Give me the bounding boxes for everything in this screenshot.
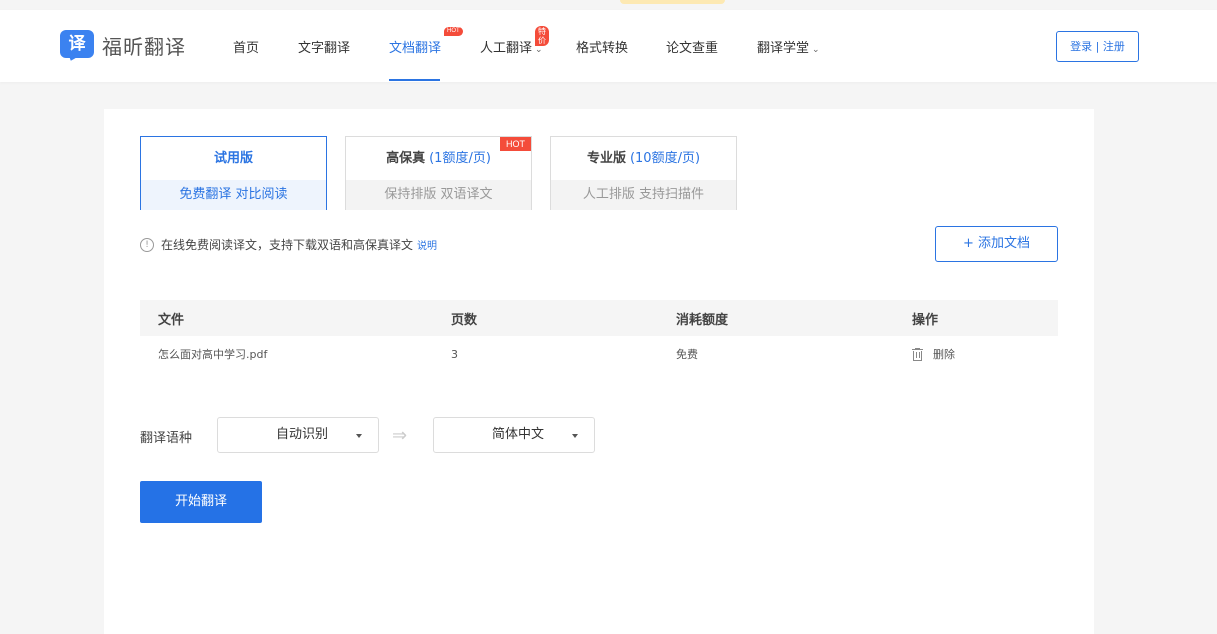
language-label: 翻译语种 <box>140 431 193 446</box>
nav-item-format-convert[interactable]: 格式转换 <box>576 37 628 56</box>
header-cost: 消耗额度 <box>676 312 729 328</box>
plan-price-note: (10额度/页) <box>629 151 701 166</box>
chevron-down-icon: ⌄ <box>535 45 543 55</box>
cost-value: 免费 <box>676 348 698 361</box>
header-action: 操作 <box>912 312 939 328</box>
nav-item-translation-school[interactable]: 翻译学堂 ⌄ <box>757 37 820 56</box>
nav-item-label: 翻译学堂 <box>757 41 810 56</box>
info-text: 在线免费阅读译文，支持下载双语和高保真译文 <box>161 238 414 252</box>
active-nav-underline <box>389 79 440 81</box>
plan-title-text: 试用版 <box>213 151 253 166</box>
plan-title: 专业版 (10额度/页) <box>551 137 736 180</box>
target-language-value: 简体中文 <box>491 427 544 442</box>
nav-item-text-translate[interactable]: 文字翻译 <box>298 37 350 56</box>
swap-arrow-icon: ⇒ <box>392 425 408 446</box>
nav-item-label: 人工翻译 <box>480 41 533 56</box>
caret-down-icon <box>356 434 362 438</box>
target-language-select[interactable]: 简体中文 <box>433 417 595 453</box>
plan-price-note: (1额度/页) <box>429 151 491 166</box>
plan-subtitle: 保持排版 双语译文 <box>346 180 531 210</box>
plan-card-high-fidelity[interactable]: HOT 高保真 (1额度/页) 保持排版 双语译文 <box>345 136 532 210</box>
logo-glyph: 译 <box>60 30 94 58</box>
header: 译 福昕翻译 首页 文字翻译 文档翻译 HOT 人工翻译 ⌄ 特价 格式转换 论文… <box>0 10 1217 82</box>
logo-icon: 译 <box>60 30 94 63</box>
plan-title: 试用版 <box>141 137 326 180</box>
nav-item-home[interactable]: 首页 <box>233 37 259 56</box>
explain-link[interactable]: 说明 <box>417 237 437 252</box>
plan-subtitle: 免费翻译 对比阅读 <box>141 180 326 210</box>
table-header: 文件 页数 消耗额度 操作 <box>140 300 1058 336</box>
brand-name: 福昕翻译 <box>102 34 186 59</box>
info-icon: ! <box>140 237 154 252</box>
delete-action[interactable]: 删除 <box>912 346 1058 362</box>
source-language-select[interactable]: 自动识别 <box>217 417 379 453</box>
delete-label: 删除 <box>933 348 955 361</box>
main-panel: 试用版 免费翻译 对比阅读 HOT 高保真 (1额度/页) 保持排版 双语译文 专… <box>104 109 1094 634</box>
logo[interactable]: 译 福昕翻译 <box>60 30 186 63</box>
special-price-badge: 特价 <box>535 26 549 46</box>
info-notice: ! 在线免费阅读译文，支持下载双语和高保真译文 说明 <box>140 236 437 253</box>
plan-subtitle: 人工排版 支持扫描件 <box>551 180 736 210</box>
chevron-down-icon: ⌄ <box>812 45 820 55</box>
plan-title-text: 高保真 <box>386 151 426 166</box>
nav-item-document-translate[interactable]: 文档翻译 <box>389 37 441 56</box>
header-pages: 页数 <box>451 312 478 328</box>
plan-card-trial[interactable]: 试用版 免费翻译 对比阅读 <box>140 136 327 210</box>
nav-item-plagiarism-check[interactable]: 论文查重 <box>666 37 718 56</box>
file-table: 文件 页数 消耗额度 操作 怎么面对高中学习.pdf 3 免费 删除 <box>140 300 1058 372</box>
nav-item-human-translate[interactable]: 人工翻译 ⌄ <box>480 37 543 56</box>
hot-badge: HOT <box>500 137 531 151</box>
add-document-button[interactable]: + 添加文档 <box>935 226 1058 262</box>
top-strip <box>0 0 1217 10</box>
plan-title-text: 专业版 <box>586 151 626 166</box>
top-banner-glow <box>620 0 725 4</box>
header-file: 文件 <box>158 312 185 328</box>
login-register-button[interactable]: 登录 | 注册 <box>1056 31 1139 62</box>
trash-icon <box>912 347 923 361</box>
page-count: 3 <box>451 347 458 361</box>
start-translate-button[interactable]: 开始翻译 <box>140 481 262 523</box>
file-name: 怎么面对高中学习.pdf <box>158 348 268 361</box>
table-row: 怎么面对高中学习.pdf 3 免费 删除 <box>140 336 1058 372</box>
plan-card-professional[interactable]: 专业版 (10额度/页) 人工排版 支持扫描件 <box>550 136 737 210</box>
caret-down-icon <box>572 434 578 438</box>
hot-badge: HOT <box>444 27 463 36</box>
source-language-value: 自动识别 <box>275 427 328 442</box>
